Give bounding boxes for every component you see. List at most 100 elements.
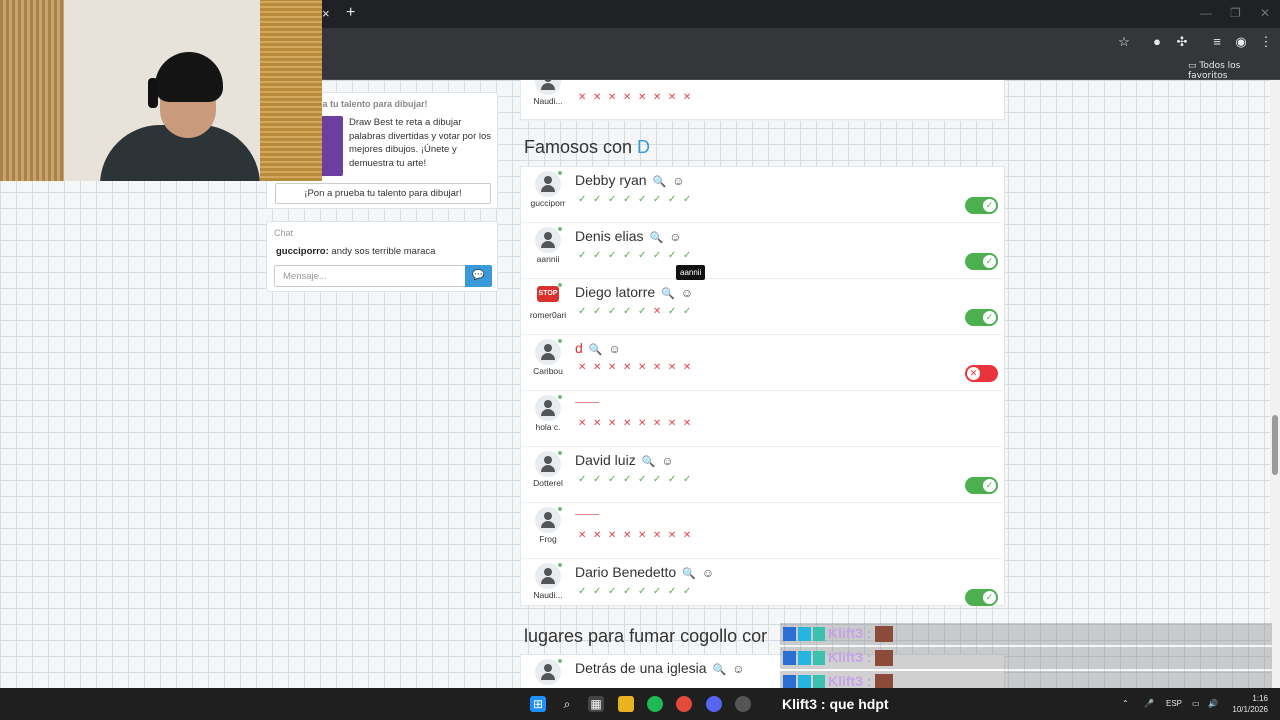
player-username: hola c.	[535, 422, 561, 432]
send-icon: 💬	[472, 270, 485, 281]
player-answer: d 🔍 ☺	[575, 340, 621, 356]
player-username: Naudi...	[533, 590, 563, 600]
player-answer: Diego latorre 🔍 ☺	[575, 284, 693, 300]
player-row: hola c. ✕✕✕✕✕✕✕✕	[521, 391, 1005, 447]
vote-marks: ✓✓✓✓✓✓✓✓	[578, 250, 698, 261]
vote-toggle[interactable]: ✓	[965, 477, 998, 494]
answer-text: Denis elias	[575, 228, 644, 244]
spotify-icon[interactable]	[647, 696, 663, 712]
bookmarks-folder-label: Todos los favoritos	[1188, 61, 1241, 81]
vote-toggle[interactable]: ✓	[965, 589, 998, 606]
vote-marks: ✕✕✕✕✕✕✕✕	[578, 92, 698, 103]
bookmarks-folder[interactable]: ▭ Todos los favoritos	[1188, 61, 1280, 81]
vote-marks: ✕✕✕✕✕✕✕✕	[578, 418, 698, 429]
clock[interactable]: 1:16 10/1/2026	[1226, 693, 1268, 715]
page-scrollbar[interactable]	[1270, 80, 1280, 688]
search-icon[interactable]: 🔍	[649, 232, 663, 244]
stream-chat-line: Klift3 :	[780, 623, 1272, 645]
player-username: Dotterel	[533, 478, 563, 488]
chat-input[interactable]: Mensaje...	[274, 265, 466, 287]
player-row: Naudi... ✕✕✕✕✕✕✕✕	[521, 80, 1005, 121]
search-icon[interactable]: 🔍	[589, 344, 603, 356]
windows-taskbar: ⊞ ⌕ ▦ Klift3 : que hdpt ⌃ 🎤 ESP ▭ 🔊 1:16…	[0, 688, 1280, 720]
scrollbar-thumb[interactable]	[1272, 415, 1278, 475]
vote-toggle[interactable]: ✓	[965, 253, 998, 270]
check-icon: ✓	[983, 479, 996, 492]
chat-message-user: gucciporro:	[276, 246, 329, 257]
emoji-icon[interactable]: ☺	[661, 454, 673, 468]
x-icon: ✕	[967, 367, 980, 380]
clock-time: 1:16	[1252, 694, 1268, 703]
online-indicator	[558, 227, 562, 231]
chat-send-button[interactable]: 💬	[465, 265, 492, 287]
tray-chevron-icon[interactable]: ⌃	[1122, 699, 1129, 708]
search-icon[interactable]: 🔍	[682, 568, 696, 580]
stop-avatar: STOP	[537, 286, 559, 302]
stream-chat-latest: Klift3 : que hdpt	[782, 696, 889, 712]
user-icon	[539, 455, 557, 473]
start-icon[interactable]: ⊞	[530, 696, 546, 712]
emoji-icon[interactable]: ☺	[609, 342, 621, 356]
answer-text: Dario Benedetto	[575, 564, 677, 580]
promo-image[interactable]	[319, 116, 343, 176]
language-indicator[interactable]: ESP	[1166, 699, 1182, 708]
online-indicator	[558, 659, 562, 663]
player-row: Dotterel David luiz 🔍 ☺ ✓✓✓✓✓✓✓✓ ✓	[521, 447, 1005, 503]
store-icon[interactable]: ▦	[588, 696, 604, 712]
vote-marks: ✓✓✓✓✓✓✓✓	[578, 586, 698, 597]
search-icon[interactable]: 🔍	[642, 456, 656, 468]
stream-chat-line: Klift3 :	[780, 671, 1272, 690]
emoji-icon[interactable]: ☺	[681, 286, 693, 300]
check-icon: ✓	[983, 311, 996, 324]
tab-close-icon[interactable]: ×	[322, 6, 330, 21]
search-icon[interactable]: 🔍	[653, 176, 667, 188]
search-icon[interactable]: 🔍	[661, 288, 675, 300]
vote-toggle[interactable]: ✓	[965, 309, 998, 326]
online-indicator	[558, 507, 562, 511]
webcam-headset	[148, 78, 158, 108]
volume-icon[interactable]: 🔊	[1208, 699, 1218, 708]
emoji-icon[interactable]: ☺	[732, 662, 744, 676]
vote-toggle[interactable]: ✕	[965, 365, 998, 382]
player-username: aannii	[536, 254, 560, 264]
player-username: romer0ari	[529, 310, 567, 320]
vote-toggle[interactable]: ✓	[965, 197, 998, 214]
promo-button[interactable]: ¡Pon a prueba tu talento para dibujar!	[275, 183, 491, 204]
search-icon[interactable]: ⌕	[559, 696, 575, 712]
media-control-icon[interactable]: ≡	[1209, 34, 1225, 49]
network-icon[interactable]: ▭	[1192, 699, 1200, 708]
extension-icon[interactable]: ●	[1149, 34, 1165, 49]
vote-marks: ✓✓✓✓✓✕✓✓	[578, 306, 698, 317]
bookmark-star-icon[interactable]: ☆	[1116, 34, 1132, 50]
close-window-icon[interactable]: ✕	[1260, 6, 1270, 20]
extensions-puzzle-icon[interactable]: ✣	[1174, 34, 1190, 50]
stream-chat-user: Klift3 :	[828, 625, 872, 641]
online-indicator	[558, 451, 562, 455]
section-title-letter: D	[637, 137, 651, 157]
section-title: lugares para fumar cogollo cor	[524, 626, 768, 646]
player-answer: Detrás de una iglesia 🔍 ☺	[575, 660, 745, 676]
menu-dots-icon[interactable]: ⋮	[1258, 34, 1274, 50]
online-indicator	[558, 395, 562, 399]
search-icon[interactable]: 🔍	[713, 664, 727, 676]
player-row: aannii Denis elias 🔍 ☺ ✓✓✓✓✓✓✓✓ ✓	[521, 223, 1005, 279]
microphone-icon[interactable]: 🎤	[1144, 699, 1154, 708]
new-tab-button[interactable]: +	[346, 4, 355, 22]
emoji-icon[interactable]: ☺	[669, 230, 681, 244]
maximize-icon[interactable]: ❐	[1230, 6, 1241, 20]
discord-icon[interactable]	[706, 696, 722, 712]
chrome-icon[interactable]	[676, 696, 692, 712]
player-row: Caribou d 🔍 ☺ ✕✕✕✕✕✕✕✕ ✕	[521, 335, 1005, 391]
user-icon	[539, 80, 557, 91]
vote-marks: ✓✓✓✓✓✓✓✓	[578, 194, 698, 205]
minimize-icon[interactable]: —	[1200, 6, 1212, 20]
emoji-icon[interactable]: ☺	[702, 566, 714, 580]
chat-badges-icon	[783, 627, 825, 641]
emoji-icon[interactable]: ☺	[672, 174, 684, 188]
folder-icon[interactable]	[618, 696, 634, 712]
player-username: Frog	[539, 534, 557, 544]
obs-icon[interactable]	[735, 696, 751, 712]
empty-answer	[575, 514, 599, 515]
chat-badges-icon	[783, 675, 825, 689]
profile-icon[interactable]: ◉	[1233, 34, 1249, 50]
